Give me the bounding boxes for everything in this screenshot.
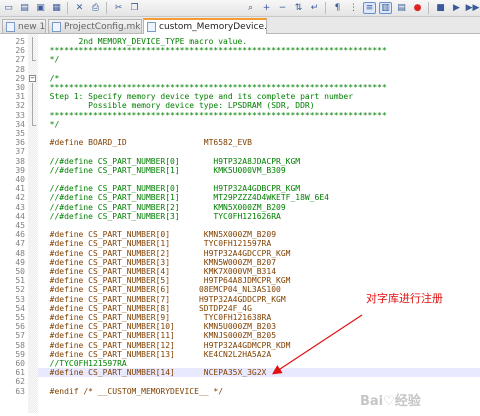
annotation-label: 对字库进行注册	[366, 292, 443, 305]
watermark-logo: Bai♡经验	[360, 393, 422, 409]
annotation-arrow-layer	[271, 314, 363, 375]
annotation-arrow	[271, 314, 363, 375]
watermark: Bai♡经验	[358, 390, 478, 412]
svg-text:Bai♡经验: Bai♡经验	[360, 393, 422, 409]
